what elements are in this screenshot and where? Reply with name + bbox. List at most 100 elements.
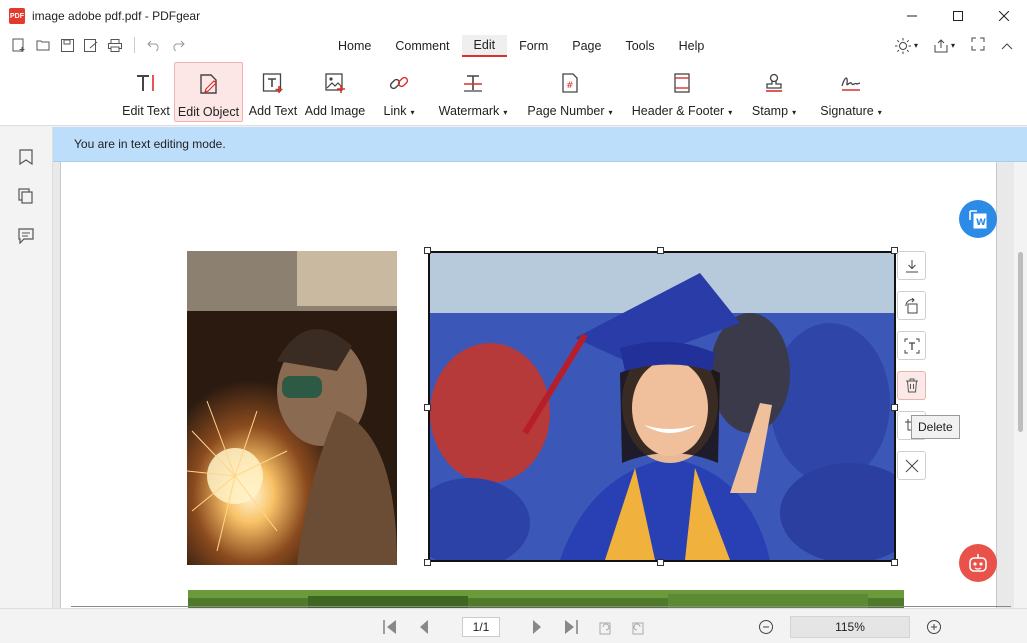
rotate-left-button[interactable] xyxy=(595,617,615,637)
first-page-button[interactable] xyxy=(380,617,400,637)
svg-text:#: # xyxy=(566,81,574,91)
extract-image-button[interactable] xyxy=(897,251,926,280)
robot-icon xyxy=(969,554,987,572)
close-icon xyxy=(999,11,1009,21)
add-text-label: Add Text xyxy=(248,104,298,118)
minimize-button[interactable] xyxy=(889,0,935,32)
resize-handle[interactable] xyxy=(424,404,431,411)
comments-icon[interactable] xyxy=(17,227,35,245)
page-number-button[interactable]: # Page Number ▾ xyxy=(527,62,613,122)
sun-icon xyxy=(894,37,911,54)
zoom-in-button[interactable] xyxy=(924,617,944,637)
status-bar: 1/1 115% xyxy=(0,608,1027,643)
save-as-icon[interactable] xyxy=(83,37,99,53)
watermark-button[interactable]: Watermark ▾ xyxy=(437,62,509,122)
zoom-level[interactable]: 115% xyxy=(790,616,910,638)
tab-edit[interactable]: Edit xyxy=(461,35,508,57)
zoom-in-icon xyxy=(927,620,941,634)
edit-text-button[interactable]: Edit Text xyxy=(122,62,170,122)
theme-toggle-button[interactable]: ▾ xyxy=(894,37,918,54)
header-footer-button[interactable]: Header & Footer ▾ xyxy=(630,62,734,122)
previous-page-button[interactable] xyxy=(414,617,434,637)
minimize-icon xyxy=(907,15,917,17)
link-label: Link xyxy=(383,104,407,118)
resize-handle[interactable] xyxy=(424,559,431,566)
print-icon[interactable] xyxy=(107,37,123,53)
resize-handle[interactable] xyxy=(891,559,898,566)
convert-to-word-button[interactable]: W xyxy=(959,200,997,238)
ocr-image-button[interactable] xyxy=(897,331,926,360)
resize-handle[interactable] xyxy=(891,404,898,411)
text-recognition-icon xyxy=(904,338,919,353)
fullscreen-button[interactable] xyxy=(971,37,985,54)
tab-form[interactable]: Form xyxy=(507,35,560,57)
stamp-button[interactable]: Stamp ▾ xyxy=(750,62,798,122)
link-button[interactable]: Link ▾ xyxy=(379,62,419,122)
trash-icon xyxy=(905,378,918,393)
window-title: image adobe pdf.pdf - PDFgear xyxy=(32,9,201,23)
svg-text:W: W xyxy=(976,218,986,228)
resize-handle[interactable] xyxy=(657,559,664,566)
next-page-button[interactable] xyxy=(527,617,547,637)
share-button[interactable]: ▾ xyxy=(934,38,955,53)
chevron-up-icon xyxy=(1001,42,1013,49)
collapse-ribbon-button[interactable] xyxy=(1001,39,1013,53)
add-image-label: Add Image xyxy=(304,104,366,118)
header-footer-label: Header & Footer xyxy=(631,104,725,118)
signature-label: Signature xyxy=(820,104,874,118)
open-folder-icon[interactable] xyxy=(35,37,51,53)
scrollbar-thumb[interactable] xyxy=(1018,252,1023,432)
previous-page-icon xyxy=(420,620,428,634)
rotate-right-button[interactable] xyxy=(628,617,648,637)
edit-text-icon xyxy=(134,70,158,96)
welder-image[interactable] xyxy=(187,251,397,565)
fullscreen-icon xyxy=(971,37,985,51)
page-break-line xyxy=(71,606,1011,607)
rotate-image-button[interactable] xyxy=(897,291,926,320)
last-page-button[interactable] xyxy=(561,617,581,637)
page-number-icon: # xyxy=(558,70,582,96)
zoom-out-icon xyxy=(759,620,773,634)
pdfgear-logo-icon: PDF xyxy=(9,8,25,24)
tab-help[interactable]: Help xyxy=(667,35,717,57)
vertical-scrollbar[interactable] xyxy=(1014,162,1027,608)
exit-edit-button[interactable] xyxy=(897,451,926,480)
header-footer-icon xyxy=(670,70,694,96)
tab-comment[interactable]: Comment xyxy=(383,35,461,57)
edit-object-button[interactable]: Edit Object xyxy=(174,62,243,122)
add-image-button[interactable]: Add Image xyxy=(304,62,366,122)
resize-handle[interactable] xyxy=(657,247,664,254)
thumbnails-icon[interactable] xyxy=(17,187,35,205)
redo-icon[interactable] xyxy=(170,37,186,53)
maximize-button[interactable] xyxy=(935,0,981,32)
document-viewport[interactable] xyxy=(53,162,1014,608)
close-button[interactable] xyxy=(981,0,1027,32)
ai-assistant-button[interactable] xyxy=(959,544,997,582)
add-image-icon xyxy=(323,70,347,96)
zoom-out-button[interactable] xyxy=(756,617,776,637)
last-page-icon xyxy=(565,620,578,634)
share-icon xyxy=(934,38,948,52)
pdf-page[interactable] xyxy=(60,162,997,608)
resize-handle[interactable] xyxy=(424,247,431,254)
chevron-down-icon: ▾ xyxy=(608,108,613,117)
new-file-icon[interactable] xyxy=(11,37,27,53)
chevron-down-icon: ▾ xyxy=(410,108,415,117)
tab-home[interactable]: Home xyxy=(326,35,383,57)
page-number-input[interactable]: 1/1 xyxy=(462,617,500,637)
delete-image-button[interactable] xyxy=(897,371,926,400)
edit-text-label: Edit Text xyxy=(122,104,170,118)
graduation-image[interactable] xyxy=(428,251,896,562)
chevron-down-icon: ▾ xyxy=(950,41,955,50)
edit-ribbon: Edit Text Edit Object Add Text Add Image… xyxy=(0,60,1027,126)
tab-page[interactable]: Page xyxy=(560,35,613,57)
save-icon[interactable] xyxy=(59,37,75,53)
signature-button[interactable]: Signature ▾ xyxy=(818,62,884,122)
chevron-down-icon: ▾ xyxy=(877,108,882,117)
tab-tools[interactable]: Tools xyxy=(613,35,666,57)
stamp-icon xyxy=(762,70,786,96)
add-text-button[interactable]: Add Text xyxy=(248,62,298,122)
chevron-down-icon: ▾ xyxy=(792,108,797,117)
bookmark-icon[interactable] xyxy=(17,148,35,166)
undo-icon[interactable] xyxy=(146,37,162,53)
